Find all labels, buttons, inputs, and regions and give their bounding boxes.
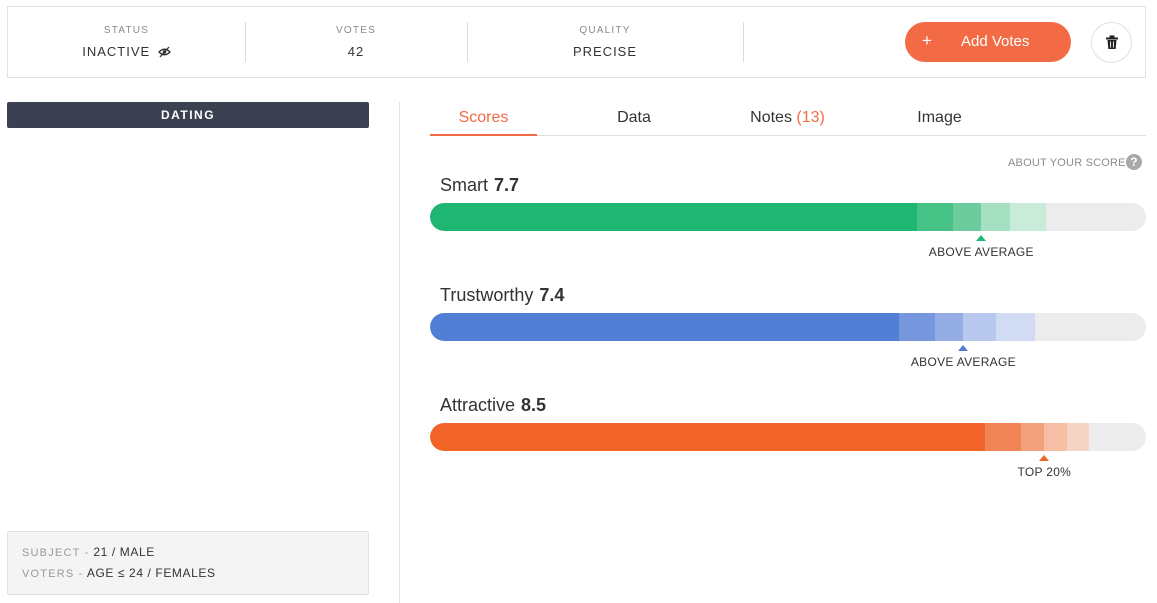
votes-label: VOTES <box>336 25 376 36</box>
tab-scores[interactable]: Scores <box>430 104 537 136</box>
category-header: DATING <box>7 102 369 128</box>
tab-data[interactable]: Data <box>580 104 688 136</box>
score-value: 7.4 <box>539 285 565 305</box>
score-value: 7.7 <box>494 175 520 195</box>
add-votes-button[interactable]: + Add Votes <box>905 22 1071 62</box>
score-band <box>1044 423 1068 451</box>
subject-key: SUBJECT - <box>22 547 90 559</box>
status-label: STATUS <box>103 25 150 36</box>
tab-notes-label: Notes <box>750 109 792 126</box>
score-marker <box>958 345 969 351</box>
plus-icon: + <box>922 31 932 50</box>
score-band <box>1067 423 1089 451</box>
score-rating: ABOVE AVERAGE <box>928 245 1034 259</box>
add-votes-label: Add Votes <box>961 33 1030 50</box>
voters-key: VOTERS - <box>22 568 84 580</box>
trash-icon <box>1106 35 1118 49</box>
score-row-trustworthy: Trustworthy 7.4 ABOVE AVERAGE <box>430 285 1146 375</box>
divider <box>743 22 744 62</box>
score-row-attractive: Attractive 8.5 TOP 20% <box>430 395 1146 485</box>
about-scores-label: ABOUT YOUR SCORES <box>1008 157 1134 169</box>
score-name: Smart <box>440 175 489 195</box>
score-fill <box>430 423 985 451</box>
score-band <box>995 313 1035 341</box>
score-name: Trustworthy <box>440 285 534 305</box>
votes-value: 42 <box>347 44 365 59</box>
voters-value: AGE ≤ 24 / FEMALES <box>86 566 216 580</box>
votes-stat: VOTES 42 <box>245 7 467 79</box>
eye-off-icon[interactable] <box>157 46 171 61</box>
quality-stat: QUALITY PRECISE <box>467 7 743 79</box>
score-name: Attractive <box>440 395 516 415</box>
score-band <box>963 313 996 341</box>
score-rating: TOP 20% <box>1017 465 1072 479</box>
delete-button[interactable] <box>1091 22 1132 63</box>
stats-bar: STATUS INACTIVE VOTES 42 QUALITY PRECISE… <box>7 6 1146 78</box>
score-band <box>916 203 953 231</box>
tab-image[interactable]: Image <box>887 104 992 136</box>
score-rating: ABOVE AVERAGE <box>910 355 1016 369</box>
status-value: INACTIVE <box>82 44 151 59</box>
column-divider <box>399 102 400 603</box>
help-icon[interactable]: ? <box>1126 154 1142 170</box>
score-marker <box>976 235 987 241</box>
quality-value: PRECISE <box>572 44 638 59</box>
subject-info-box: SUBJECT - 21 / MALE VOTERS - AGE ≤ 24 / … <box>7 531 369 595</box>
score-value: 8.5 <box>521 395 547 415</box>
quality-label: QUALITY <box>579 25 631 36</box>
status-stat: STATUS INACTIVE <box>8 7 245 79</box>
score-band <box>934 313 964 341</box>
score-fill <box>430 203 917 231</box>
voters-row: VOTERS - AGE ≤ 24 / FEMALES <box>22 566 216 580</box>
score-row-smart: Smart 7.7 ABOVE AVERAGE <box>430 175 1146 265</box>
score-bar <box>430 313 1146 341</box>
score-band <box>898 313 935 341</box>
tab-notes[interactable]: Notes (13) <box>730 104 845 136</box>
score-band <box>981 203 1010 231</box>
notes-count-badge: (13) <box>796 109 825 126</box>
score-marker <box>1039 455 1050 461</box>
score-band <box>984 423 1021 451</box>
score-band <box>1009 203 1046 231</box>
score-band <box>1020 423 1045 451</box>
tab-bar: Scores Data Notes (13) Image <box>430 104 1146 136</box>
subject-value: 21 / MALE <box>93 545 155 559</box>
score-bar <box>430 203 1146 231</box>
score-fill <box>430 313 899 341</box>
score-bar <box>430 423 1146 451</box>
score-band <box>952 203 982 231</box>
subject-row: SUBJECT - 21 / MALE <box>22 545 155 559</box>
